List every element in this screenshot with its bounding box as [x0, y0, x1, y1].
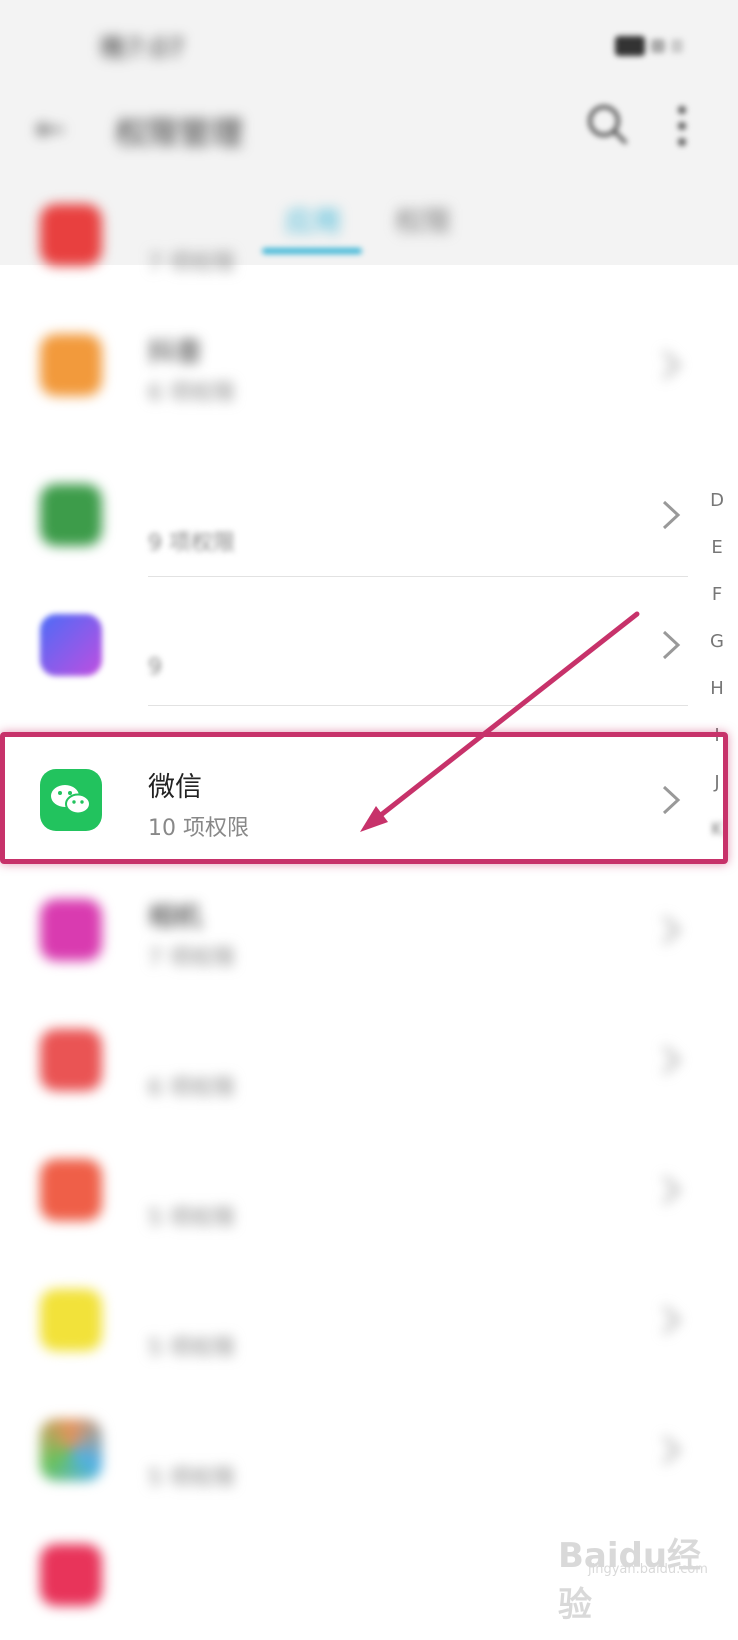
- list-item[interactable]: 5 项权限: [0, 1125, 700, 1255]
- permission-count: 9: [148, 655, 162, 680]
- permission-count: 5 项权限: [148, 1336, 235, 1361]
- index-letter[interactable]: G: [705, 631, 729, 652]
- app-icon: [40, 1544, 102, 1606]
- list-item[interactable]: 9: [0, 580, 700, 710]
- chevron-right-icon: [662, 1435, 681, 1465]
- list-item[interactable]: 9 项权限: [0, 450, 700, 580]
- list-item[interactable]: 抖音 6 项权限: [0, 300, 700, 430]
- watermark: Baidu经验 jingyan.baidu.com: [558, 1508, 708, 1625]
- list-item[interactable]: 7 项权限: [0, 170, 700, 300]
- app-name: 抖音: [148, 337, 202, 368]
- highlight-box: [0, 732, 728, 864]
- chevron-right-icon: [662, 1305, 681, 1335]
- app-icon: [40, 614, 102, 676]
- app-icon: [40, 1159, 102, 1221]
- watermark-brand: Baidu经验: [558, 1536, 702, 1625]
- permission-count: 9 项权限: [148, 531, 235, 556]
- chevron-right-icon: [662, 1175, 681, 1205]
- permission-count: 7 项权限: [148, 946, 235, 971]
- status-time: 晚7:07: [100, 34, 185, 64]
- list-item[interactable]: 5 项权限: [0, 1385, 700, 1515]
- list-item[interactable]: 5 项权限: [0, 1255, 700, 1385]
- back-arrow-icon[interactable]: ←: [35, 110, 75, 150]
- app-icon: [40, 484, 102, 546]
- index-letter[interactable]: E: [705, 537, 729, 558]
- permission-count: 6 项权限: [148, 1076, 235, 1101]
- page-title: 权限管理: [115, 114, 244, 152]
- watermark-url: jingyan.baidu.com: [588, 1562, 708, 1577]
- app-icon: [40, 204, 102, 266]
- list-item[interactable]: 相机 7 项权限: [0, 865, 700, 995]
- more-options-icon[interactable]: [675, 104, 689, 148]
- chevron-right-icon: [662, 350, 681, 380]
- status-bar: 晚7:07: [0, 0, 738, 90]
- index-letter[interactable]: H: [705, 678, 729, 699]
- permission-count: 7 项权限: [148, 251, 235, 276]
- chevron-right-icon: [662, 630, 681, 660]
- search-icon[interactable]: [585, 102, 629, 146]
- app-icon: [40, 899, 102, 961]
- list-item[interactable]: 6 项权限: [0, 995, 700, 1125]
- divider: [148, 705, 688, 706]
- chevron-right-icon: [662, 1045, 681, 1075]
- index-letter[interactable]: F: [705, 584, 729, 605]
- chevron-right-icon: [662, 915, 681, 945]
- index-letter[interactable]: D: [705, 490, 729, 511]
- app-icon: [40, 1029, 102, 1091]
- permission-count: 5 项权限: [148, 1466, 235, 1491]
- app-name: 相机: [148, 902, 202, 933]
- app-icon: [40, 1419, 102, 1481]
- permission-count: 5 项权限: [148, 1206, 235, 1231]
- permission-count: 6 项权限: [148, 381, 235, 406]
- app-icon: [40, 334, 102, 396]
- chevron-right-icon: [662, 500, 681, 530]
- app-icon: [40, 1289, 102, 1351]
- divider: [148, 576, 688, 577]
- battery-icon: [615, 36, 683, 56]
